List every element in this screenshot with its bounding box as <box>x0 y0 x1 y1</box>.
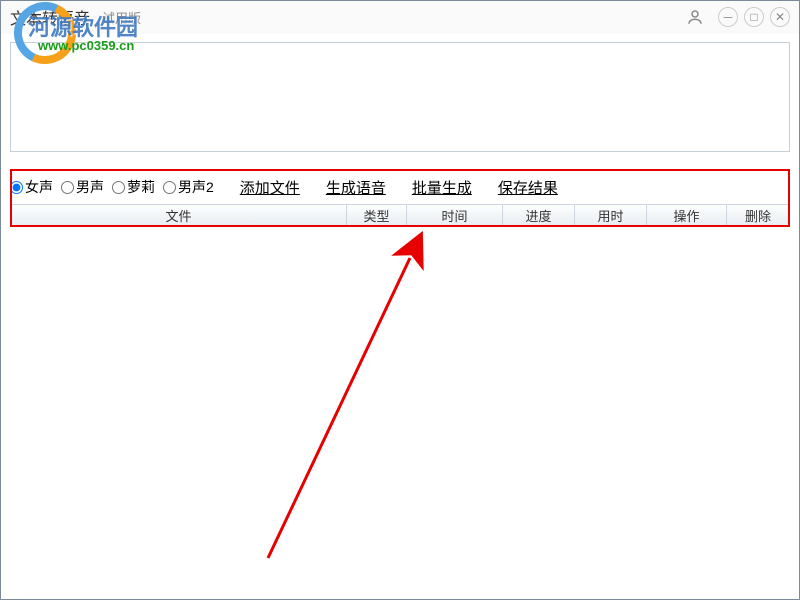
voice-option-female[interactable]: 女声 <box>10 177 53 197</box>
table-header: 文件 类型 时间 进度 用时 操作 删除 <box>10 204 790 226</box>
titlebar: 文本转语音 试用版 － □ ✕ <box>0 0 800 34</box>
batch-generate-button[interactable]: 批量生成 <box>412 177 472 198</box>
add-file-button[interactable]: 添加文件 <box>240 177 300 198</box>
col-file: 文件 <box>11 205 347 225</box>
minimize-button[interactable]: － <box>718 7 738 27</box>
col-progress: 进度 <box>503 205 575 225</box>
save-result-button[interactable]: 保存结果 <box>498 177 558 198</box>
voice-option-male2[interactable]: 男声2 <box>163 177 214 197</box>
col-type: 类型 <box>347 205 407 225</box>
voice-radio-male2[interactable] <box>163 181 176 194</box>
col-delete: 删除 <box>727 205 789 225</box>
toolbar: 女声 男声 萝莉 男声2 添加文件 生成语音 批量生成 保存结果 <box>10 172 790 202</box>
col-duration: 用时 <box>575 205 647 225</box>
close-button[interactable]: ✕ <box>770 7 790 27</box>
voice-option-loli[interactable]: 萝莉 <box>112 177 155 197</box>
col-operate: 操作 <box>647 205 727 225</box>
voice-option-male[interactable]: 男声 <box>61 177 104 197</box>
col-time: 时间 <box>407 205 503 225</box>
voice-radio-loli[interactable] <box>112 181 125 194</box>
app-subtitle: 试用版 <box>102 8 141 27</box>
app-title: 文本转语音 <box>10 5 90 29</box>
voice-radio-female[interactable] <box>10 181 23 194</box>
text-input-area[interactable] <box>10 42 790 152</box>
maximize-button[interactable]: □ <box>744 7 764 27</box>
generate-audio-button[interactable]: 生成语音 <box>326 177 386 198</box>
user-icon[interactable] <box>686 8 704 26</box>
voice-radio-male[interactable] <box>61 181 74 194</box>
